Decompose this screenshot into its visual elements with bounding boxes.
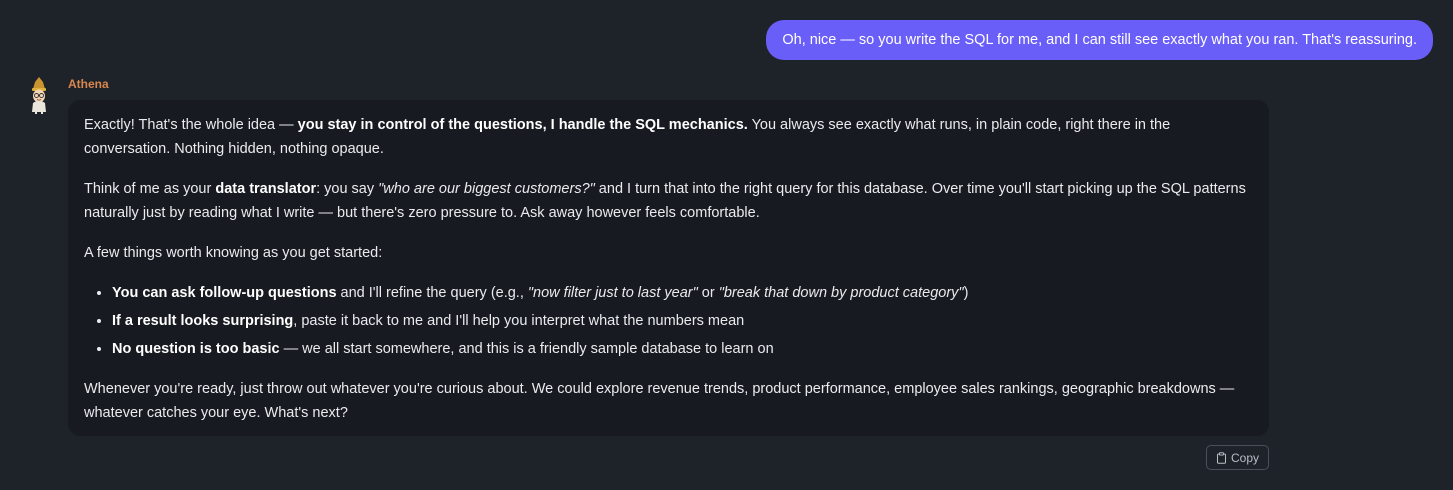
bold-text: data translator	[215, 181, 317, 197]
list-item: If a result looks surprising, paste it b…	[112, 309, 1253, 333]
assistant-message-bubble: Exactly! That's the whole idea — you sta…	[68, 100, 1269, 436]
copy-button[interactable]: Copy	[1206, 445, 1269, 470]
italic-text: "break that down by product category"	[718, 285, 964, 301]
user-message-text: Oh, nice — so you write the SQL for me, …	[782, 32, 1417, 48]
list-item: You can ask follow-up questions and I'll…	[112, 281, 1253, 305]
text-span: Think of me as your	[84, 181, 216, 197]
text-span: or	[697, 285, 719, 301]
clipboard-icon	[1216, 451, 1227, 464]
bold-text: You can ask follow-up questions	[112, 285, 337, 301]
copy-label: Copy	[1230, 450, 1259, 465]
user-message-bubble: Oh, nice — so you write the SQL for me, …	[766, 20, 1433, 60]
list-item: No question is too basic — we all start …	[112, 337, 1253, 361]
text-span: — we all start somewhere, and this is a …	[279, 341, 774, 357]
text-span: and I'll refine the query (e.g.,	[336, 285, 528, 301]
text-span: Exactly! That's the whole idea —	[84, 117, 298, 133]
tips-list: You can ask follow-up questions and I'll…	[84, 281, 1253, 361]
athena-avatar-icon	[26, 75, 52, 115]
text-span: )	[963, 285, 969, 301]
bold-text: you stay in control of the questions, I …	[297, 117, 748, 133]
bold-text: No question is too basic	[112, 341, 280, 357]
message-paragraph: A few things worth knowing as you get st…	[84, 245, 383, 261]
bold-text: If a result looks surprising	[112, 313, 294, 329]
text-span: : you say	[316, 181, 379, 197]
message-paragraph: Whenever you're ready, just throw out wh…	[84, 381, 1235, 421]
message-paragraph: Think of me as your data translator: you…	[84, 177, 1253, 225]
text-span: , paste it back to me and I'll help you …	[293, 313, 745, 329]
message-paragraph: Exactly! That's the whole idea — you sta…	[84, 113, 1253, 161]
italic-text: "now filter just to last year"	[527, 285, 698, 301]
italic-text: "who are our biggest customers?"	[378, 181, 595, 197]
sender-name: Athena	[68, 77, 109, 91]
